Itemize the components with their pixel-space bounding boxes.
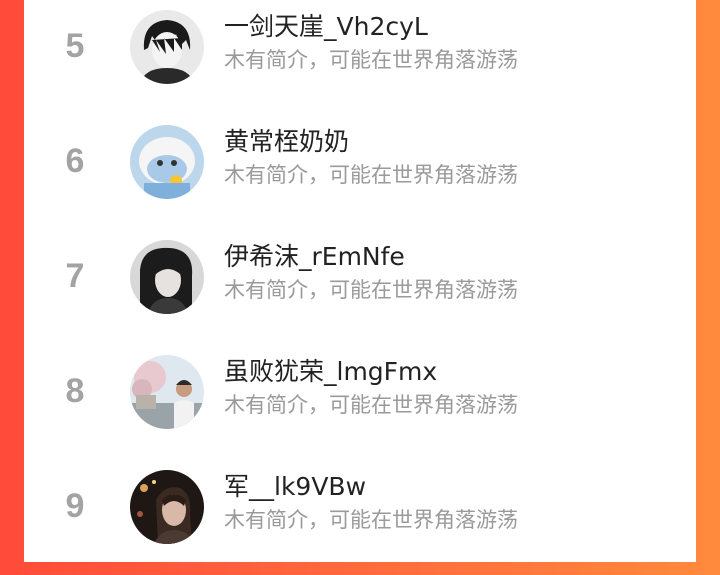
- ranking-row-7[interactable]: 7 伊希沫_rEmNfe 木有简介，可能在世界角落游荡: [24, 230, 696, 345]
- user-name[interactable]: 黄常桎奶奶: [224, 127, 349, 157]
- ranking-row-6[interactable]: 6 黄常桎奶奶 木有简介，可能在世界角落游荡: [24, 115, 696, 230]
- user-bio: 木有简介，可能在世界角落游荡: [224, 393, 518, 417]
- rank-number: 8: [65, 372, 85, 410]
- user-avatar[interactable]: [130, 125, 204, 199]
- user-name[interactable]: 伊希沫_rEmNfe: [224, 242, 405, 272]
- user-avatar[interactable]: [130, 10, 204, 84]
- rank-number: 9: [65, 487, 85, 525]
- user-avatar[interactable]: [130, 355, 204, 429]
- ranking-row-9[interactable]: 9 军__lk9VBw 木有简介，可能在世界角落游荡: [24, 460, 696, 575]
- user-name[interactable]: 虽败犹荣_lmgFmx: [224, 357, 437, 387]
- rank-number: 6: [65, 142, 85, 180]
- user-avatar[interactable]: [130, 470, 204, 544]
- rank-number: 7: [65, 257, 85, 295]
- ranking-row-8[interactable]: 8 虽败犹荣_lmgFmx 木有简介，可能在世界角落游荡: [24, 345, 696, 460]
- user-avatar[interactable]: [130, 240, 204, 314]
- user-bio: 木有简介，可能在世界角落游荡: [224, 508, 518, 532]
- ranking-row-5[interactable]: 5 一剑天崖_Vh2cyL 木有简介，可能在世界角落游荡: [24, 0, 696, 115]
- user-bio: 木有简介，可能在世界角落游荡: [224, 48, 518, 72]
- ranking-list-card: 5 一剑天崖_Vh2cyL 木有简介，可能在世界角落游荡 6 黄常桎奶奶 木有简…: [24, 0, 696, 562]
- user-bio: 木有简介，可能在世界角落游荡: [224, 278, 518, 302]
- user-name[interactable]: 一剑天崖_Vh2cyL: [224, 12, 428, 42]
- user-name[interactable]: 军__lk9VBw: [224, 472, 366, 502]
- user-bio: 木有简介，可能在世界角落游荡: [224, 163, 518, 187]
- rank-number: 5: [65, 27, 85, 65]
